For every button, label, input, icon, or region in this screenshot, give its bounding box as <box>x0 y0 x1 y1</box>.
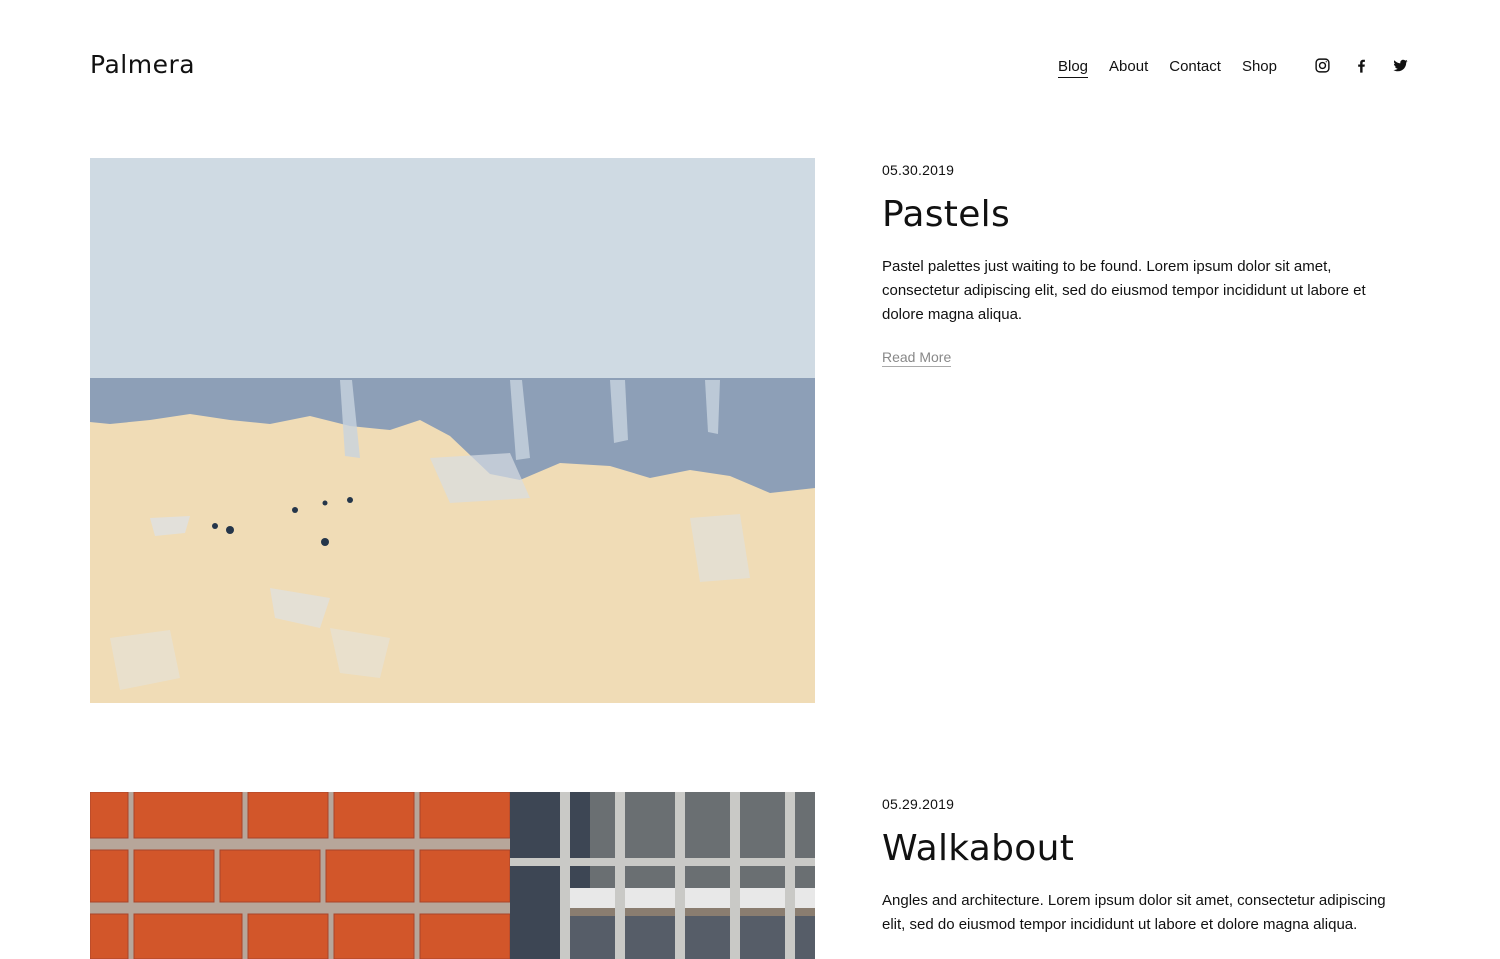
post-excerpt: Angles and architecture. Lorem ipsum dol… <box>882 892 1386 933</box>
post-date: 05.29.2019 <box>882 796 955 812</box>
nav-shop[interactable]: Shop <box>1242 58 1277 78</box>
blog-post: 05.29.2019 Walkabout Angles and architec… <box>0 792 1500 959</box>
blog-post: 05.30.2019 Pastels Pastel palettes just … <box>0 158 1500 703</box>
post-date: 05.30.2019 <box>882 162 955 178</box>
post-title[interactable]: Walkabout <box>882 828 1402 869</box>
post-image-walkabout[interactable] <box>90 792 815 959</box>
post-meta: 05.30.2019 Pastels Pastel palettes just … <box>882 162 1402 367</box>
read-more-link[interactable]: Read More <box>882 349 952 367</box>
main-nav: Blog About Contact Shop <box>1058 58 1277 78</box>
post-meta: 05.29.2019 Walkabout Angles and architec… <box>882 796 1402 937</box>
post-excerpt: Pastel palettes just waiting to be found… <box>882 258 1366 323</box>
nav-about[interactable]: About <box>1109 58 1148 78</box>
instagram-icon[interactable] <box>1314 57 1331 74</box>
site-header: Palmera Blog About Contact Shop <box>0 0 1500 130</box>
site-logo[interactable]: Palmera <box>90 50 195 79</box>
post-image-pastels[interactable] <box>90 158 815 703</box>
social-links <box>1314 57 1409 74</box>
nav-contact[interactable]: Contact <box>1169 58 1221 78</box>
post-title[interactable]: Pastels <box>882 194 1402 235</box>
nav-blog[interactable]: Blog <box>1058 58 1089 78</box>
twitter-icon[interactable] <box>1392 57 1409 74</box>
facebook-icon[interactable] <box>1353 57 1370 74</box>
